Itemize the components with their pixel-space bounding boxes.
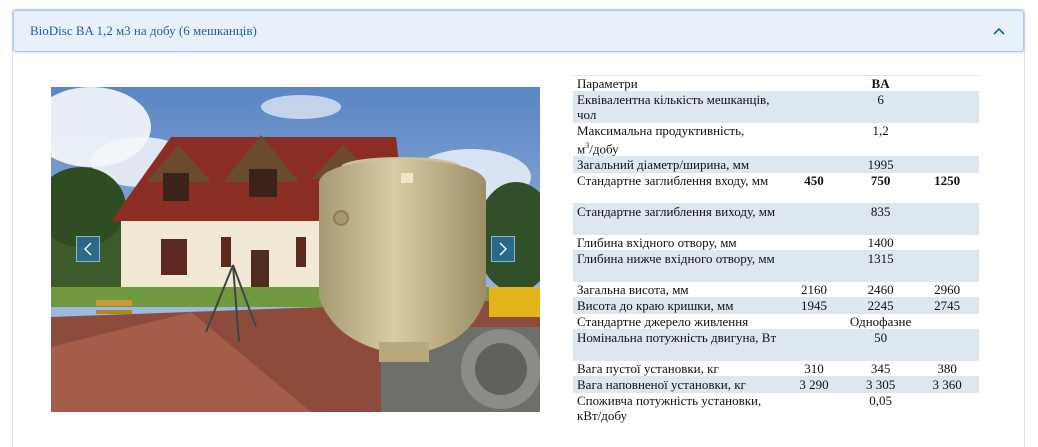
table-row: Глибина вхідного отвору, мм 1400 <box>573 234 979 251</box>
table-row: Стандартне джерело живлення Однофазне <box>573 313 979 330</box>
chevron-left-icon <box>84 242 92 256</box>
parameters-table: Параметри BA Еквівалентна кількість мешк… <box>573 75 979 424</box>
table-row: Висота до краю кришки, мм 1945 2245 2745 <box>573 297 979 314</box>
chevron-up-icon[interactable] <box>991 23 1007 39</box>
accordion-header[interactable]: BioDisc BA 1,2 м3 на добу (6 мешканців) <box>13 10 1024 52</box>
carousel-next-button[interactable] <box>491 236 515 262</box>
table-row: Загальна висота, мм 2160 2460 2960 <box>573 281 979 298</box>
row-name-productivity: Максимальна продуктивність, м3/добу <box>573 121 781 157</box>
table-row: Еквівалентна кількість мешканців, чол 6 <box>573 91 979 123</box>
table-row: Максимальна продуктивність, м3/добу 1,2 <box>573 121 979 157</box>
table-header-row: Параметри BA <box>573 75 979 92</box>
table-row: Глибина нижче вхідного отвору, мм 1315 <box>573 250 979 282</box>
table-row: Номінальна потужність двигуна, Вт 50 <box>573 329 979 361</box>
table-row: Вага наповненої установки, кг 3 290 3 30… <box>573 376 979 393</box>
chevron-right-icon <box>499 242 507 256</box>
table-row: Стандартне заглиблення виходу, мм 835 <box>573 203 979 235</box>
product-photo <box>51 87 540 412</box>
table-row: Вага пустої установки, кг 310 345 380 <box>573 360 979 377</box>
table-row: Стандартне заглиблення входу, мм 450 750… <box>573 172 979 204</box>
header-param: Параметри <box>573 75 781 92</box>
table-row: Споживча потужність установки, кВт/добу … <box>573 392 979 424</box>
panel-title[interactable]: BioDisc BA 1,2 м3 на добу (6 мешканців) <box>30 23 257 39</box>
header-ba: BA <box>845 75 914 92</box>
carousel-prev-button[interactable] <box>76 236 100 262</box>
table-row: Загальний діаметр/ширина, мм 1995 <box>573 156 979 173</box>
